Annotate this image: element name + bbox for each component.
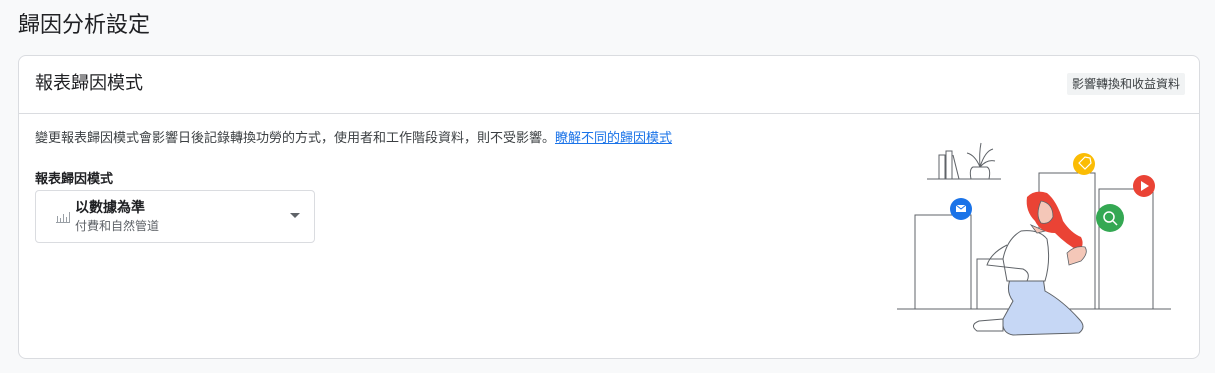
select-value: 以數據為準 <box>75 200 145 216</box>
person <box>973 191 1087 336</box>
page-title: 歸因分析設定 <box>18 13 151 38</box>
play-icon <box>1133 175 1155 197</box>
plant-pot <box>969 166 991 180</box>
pillar <box>914 214 972 310</box>
plant-leaves <box>966 142 996 168</box>
bar-chart-icon <box>56 212 70 223</box>
field-label: 報表歸因模式 <box>35 172 114 187</box>
card-title: 報表歸因模式 <box>35 73 143 94</box>
description: 變更報表歸因模式會影響日後記錄轉換功勞的方式，使用者和工作階段資料，則不受影響。… <box>35 129 672 149</box>
mail-icon <box>950 198 972 220</box>
chevron-down-icon <box>290 213 300 218</box>
select-subtext: 付費和自然管道 <box>75 219 160 233</box>
illustration <box>897 142 1171 336</box>
book <box>952 154 960 180</box>
search-icon <box>1096 204 1124 232</box>
description-text: 變更報表歸因模式會影響日後記錄轉換功勞的方式，使用者和工作階段資料，則不受影響。 <box>35 131 556 146</box>
tag-icon <box>1073 153 1095 175</box>
card-header: 報表歸因模式 影響轉換和收益資料 <box>19 56 1199 114</box>
attribution-card: 報表歸因模式 影響轉換和收益資料 變更報表歸因模式會影響日後記錄轉換功勞的方式，… <box>18 55 1200 359</box>
learn-more-link[interactable]: 瞭解不同的歸因模式 <box>555 131 672 146</box>
book <box>945 150 953 180</box>
book <box>938 154 946 180</box>
impact-chip[interactable]: 影響轉換和收益資料 <box>1066 73 1185 95</box>
attribution-model-select[interactable]: 以數據為準 付費和自然管道 <box>35 190 315 243</box>
